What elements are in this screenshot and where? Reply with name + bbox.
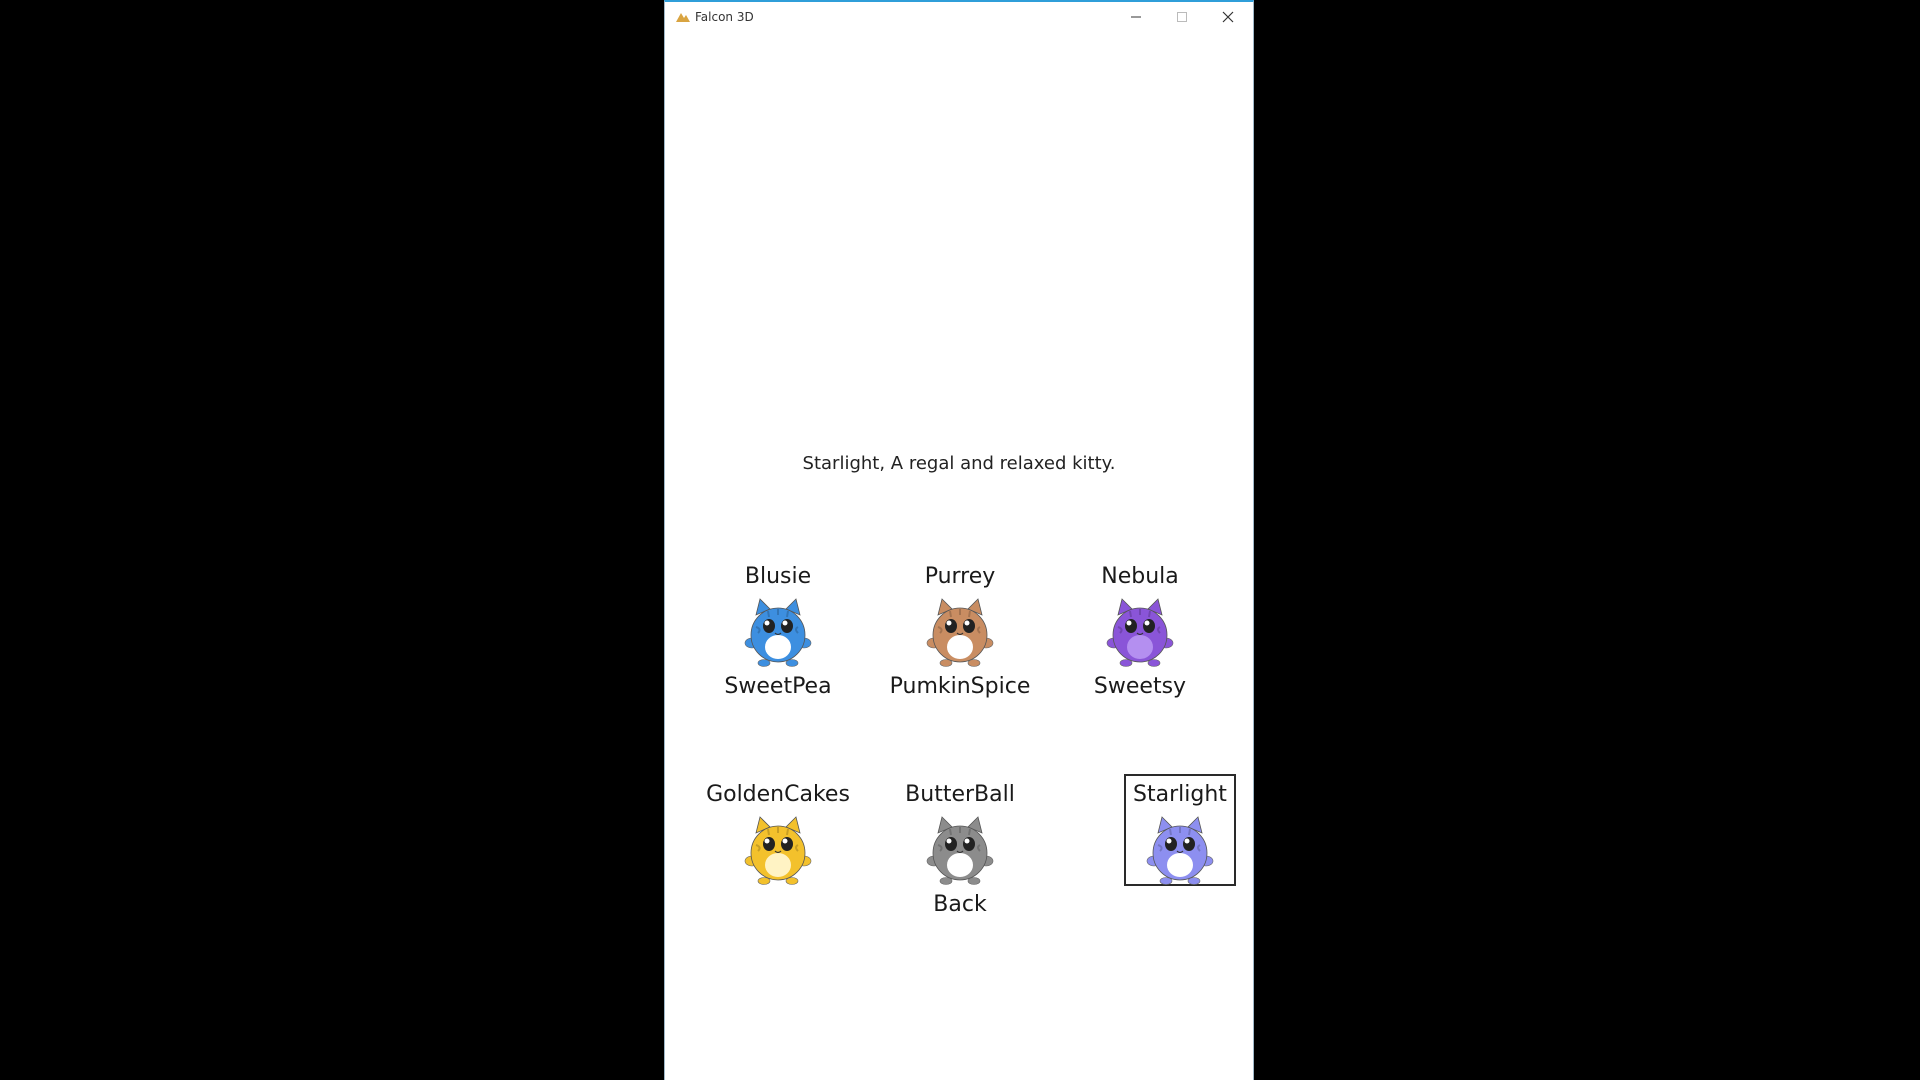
close-icon (1222, 11, 1234, 23)
cat-name-label: Nebula (1101, 564, 1179, 589)
cat-name-label: ButterBall (905, 782, 1015, 807)
cat-choice-nebula[interactable]: Nebula (1065, 563, 1215, 671)
app-logo-icon (676, 13, 690, 22)
cat-label-pumkinspice[interactable]: PumkinSpice (860, 674, 1060, 699)
cat-name-label: Blusie (744, 564, 812, 589)
cat-label-sweetsy[interactable]: Sweetsy (1040, 674, 1240, 699)
title-bar[interactable]: Falcon 3D (665, 2, 1253, 32)
cat-name-label: Purrey (924, 564, 996, 589)
cat-icon (744, 598, 812, 667)
cat-choice-starlight-selected[interactable]: Starlight (1124, 774, 1236, 886)
cat-description: Starlight, A regal and relaxed kitty. (802, 453, 1116, 474)
cat-icon (1146, 816, 1214, 885)
cat-choice-purrey[interactable]: Purrey (885, 563, 1035, 671)
window-title: Falcon 3D (695, 10, 754, 24)
minimize-icon (1131, 16, 1141, 18)
cat-icon (926, 598, 994, 667)
cat-choice-butterball[interactable]: ButterBall (885, 781, 1035, 889)
cat-name-label: Starlight (1133, 782, 1227, 807)
cat-name-label: GoldenCakes (706, 782, 850, 807)
cat-choice-blusie[interactable]: Blusie (703, 563, 853, 671)
back-button[interactable]: Back (860, 892, 1060, 917)
cat-icon (1106, 598, 1174, 667)
cat-label-sweetpea[interactable]: SweetPea (678, 674, 878, 699)
maximize-button[interactable] (1159, 2, 1205, 32)
app-window: Falcon 3D Starlight, A regal and relaxed… (664, 0, 1254, 1080)
cat-icon (926, 816, 994, 885)
maximize-icon (1177, 12, 1187, 22)
cat-choice-goldencakes[interactable]: GoldenCakes (703, 781, 853, 889)
close-button[interactable] (1205, 2, 1251, 32)
cat-icon (744, 816, 812, 885)
minimize-button[interactable] (1113, 2, 1159, 32)
